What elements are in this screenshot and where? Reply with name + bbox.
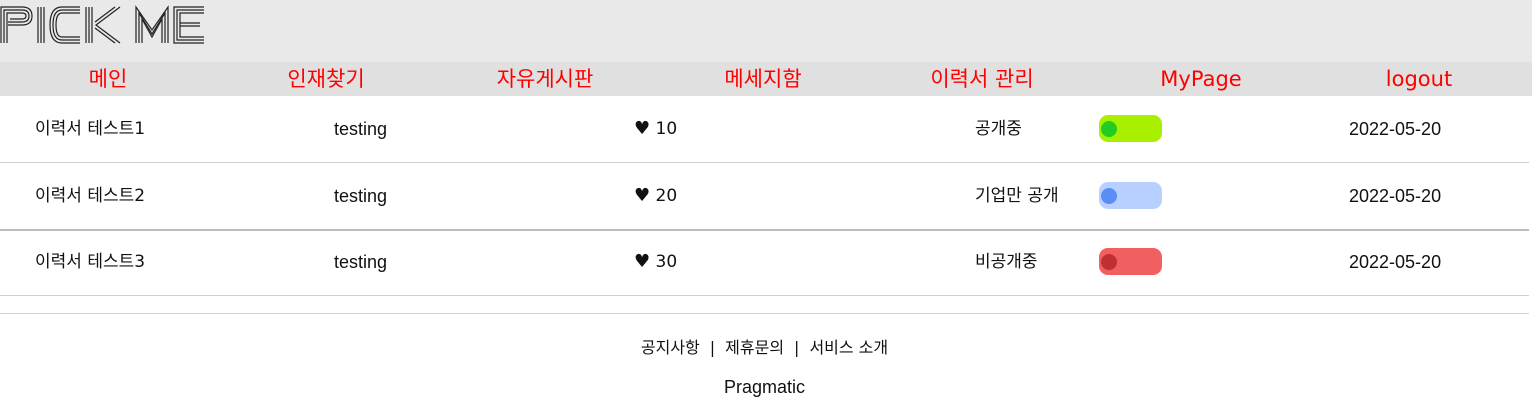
heart-icon: ♥: [634, 185, 651, 206]
footer-links: 공지사항 | 제휴문의 | 서비스 소개: [0, 334, 1529, 358]
resume-author: testing: [334, 252, 388, 272]
resume-status: 비공개중: [975, 252, 1038, 272]
logo[interactable]: [0, 4, 206, 48]
nav-bar: 메인 인재찾기 자유게시판 메세지함 이력서 관리 MyPage logout: [0, 62, 1532, 96]
resume-title[interactable]: 이력서 테스트3: [35, 229, 145, 295]
footer-divider: [0, 313, 1529, 314]
nav-item-free-board[interactable]: 자유게시판: [497, 62, 594, 96]
resume-row[interactable]: 이력서 테스트3 testing ♥ 30 비공개중 2022-05-20: [0, 229, 1529, 296]
footer-separator: |: [794, 338, 800, 357]
resume-likes: ♥ 10: [634, 96, 677, 162]
footer-link-partnership[interactable]: 제휴문의: [725, 338, 784, 357]
logo-image: [0, 5, 204, 44]
resume-status: 공개중: [975, 119, 1022, 139]
resume-title[interactable]: 이력서 테스트2: [35, 163, 145, 229]
resume-row[interactable]: 이력서 테스트1 testing ♥ 10 공개중 2022-05-20: [0, 96, 1529, 163]
likes-count: 20: [655, 186, 678, 206]
resume-date: 2022-05-20: [1349, 119, 1442, 139]
likes-count: 10: [655, 119, 678, 139]
nav-item-resume-management[interactable]: 이력서 관리: [930, 62, 1033, 96]
resume-date: 2022-05-20: [1349, 252, 1442, 272]
resume-author: testing: [334, 186, 388, 206]
toggle-knob: [1101, 188, 1117, 204]
visibility-toggle[interactable]: [1099, 248, 1162, 275]
resume-date: 2022-05-20: [1349, 186, 1442, 206]
nav-item-mypage[interactable]: MyPage: [1160, 62, 1241, 96]
nav-item-talent-search[interactable]: 인재찾기: [287, 62, 364, 96]
visibility-toggle[interactable]: [1099, 182, 1162, 209]
heart-icon: ♥: [634, 118, 651, 139]
footer-link-service-intro[interactable]: 서비스 소개: [809, 338, 888, 357]
resume-status: 기업만 공개: [975, 186, 1059, 206]
nav-item-main[interactable]: 메인: [89, 62, 128, 96]
heart-icon: ♥: [634, 251, 651, 272]
toggle-knob: [1101, 121, 1117, 137]
nav-item-messages[interactable]: 메세지함: [724, 62, 801, 96]
footer-link-notice[interactable]: 공지사항: [641, 338, 700, 357]
footer-brand: Pragmatic: [723, 377, 806, 397]
nav-item-logout[interactable]: logout: [1386, 62, 1452, 96]
resume-list: 이력서 테스트1 testing ♥ 10 공개중 2022-05-20 이력서…: [0, 96, 1532, 296]
header: [0, 0, 1532, 62]
resume-title[interactable]: 이력서 테스트1: [35, 96, 145, 162]
visibility-toggle[interactable]: [1099, 115, 1162, 142]
resume-author: testing: [334, 119, 388, 139]
resume-row[interactable]: 이력서 테스트2 testing ♥ 20 기업만 공개 2022-05-20: [0, 163, 1529, 231]
toggle-knob: [1101, 254, 1117, 270]
resume-likes: ♥ 20: [634, 163, 677, 229]
likes-count: 30: [655, 252, 678, 272]
resume-likes: ♥ 30: [634, 229, 677, 295]
footer-separator: |: [709, 338, 716, 357]
